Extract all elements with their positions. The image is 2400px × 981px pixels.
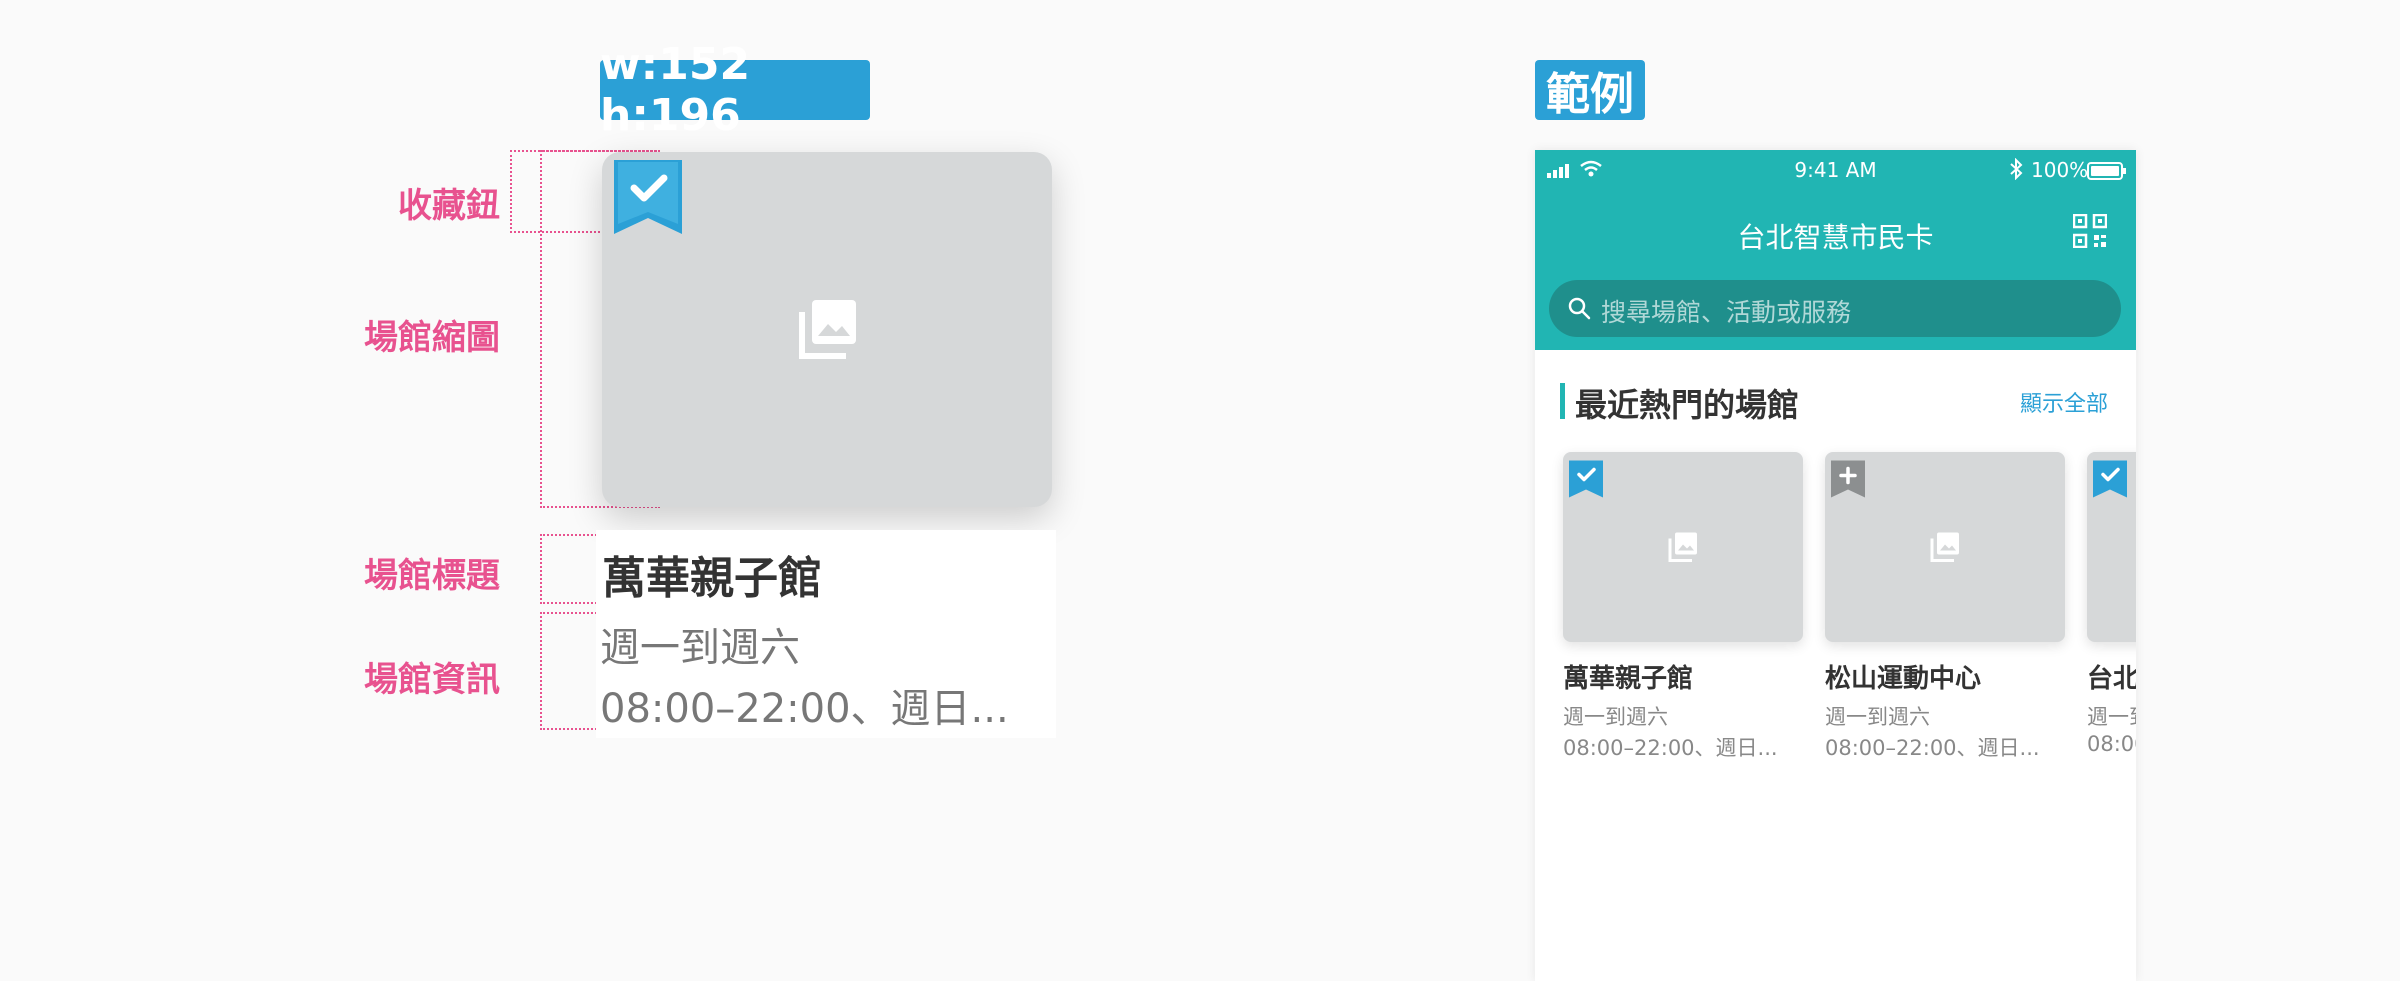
search-icon <box>1568 297 1591 320</box>
app-title: 台北智慧市民卡 <box>1737 221 1934 254</box>
venue-card-info-line2: 08:00–22:00、週日... <box>1563 736 1778 760</box>
venue-card-title[interactable]: 松山運動中心 <box>1825 658 1981 695</box>
search-placeholder: 搜尋場館、活動或服務 <box>1601 298 1852 327</box>
gallery-icon <box>1930 532 1959 562</box>
venue-card-info-line2: 08:00 <box>2087 732 2136 756</box>
bookmark-checked-icon[interactable] <box>2093 460 2127 498</box>
phone-example: 9:41 AM 100% 台北智慧市民卡 搜尋場館、活動或服務 最近熱門的場館 … <box>1535 150 2136 981</box>
bookmark-add-icon[interactable] <box>1831 460 1865 498</box>
annotation-bookmark: 收藏鈕 <box>398 186 500 226</box>
venue-card-info-line1: 週一到 <box>2087 705 2136 729</box>
example-tag: 範例 <box>1535 60 1645 120</box>
venue-info-line2: 08:00–22:00、週日... <box>600 686 1009 732</box>
venue-card-title[interactable]: 萬華親子館 <box>1563 658 1693 695</box>
search-bar[interactable]: 搜尋場館、活動或服務 <box>1549 280 2121 337</box>
venue-card-title[interactable]: 台北 <box>2087 658 2136 695</box>
annotation-title: 場館標題 <box>364 556 500 596</box>
annotation-thumbnail: 場館縮圖 <box>364 318 500 358</box>
section-title: 最近熱門的場館 <box>1575 386 1800 424</box>
qr-code-icon[interactable] <box>2073 214 2107 248</box>
venue-card-info-line1: 週一到週六 <box>1563 705 1668 729</box>
size-tag: w:152 h:196 <box>600 39 870 141</box>
venue-card-info-line2: 08:00–22:00、週日... <box>1825 736 2040 760</box>
bookmark-checked-icon[interactable] <box>1569 460 1603 498</box>
battery-icon <box>2087 162 2126 180</box>
gallery-icon <box>799 300 856 359</box>
venue-card-info-line1: 週一到週六 <box>1825 705 1930 729</box>
venue-title: 萬華親子館 <box>602 553 822 604</box>
status-bar: 9:41 AM 100% <box>1535 154 2136 184</box>
annotation-info: 場館資訊 <box>364 660 500 700</box>
bookmark-checked-icon <box>614 160 682 234</box>
bluetooth-icon <box>2010 158 2023 180</box>
battery-percent: 100% <box>2031 158 2089 182</box>
show-all-link[interactable]: 顯示全部 <box>2020 386 2108 418</box>
gallery-icon <box>1668 532 1697 562</box>
venue-info-line1: 週一到週六 <box>600 625 800 671</box>
section-accent-bar <box>1560 383 1565 419</box>
